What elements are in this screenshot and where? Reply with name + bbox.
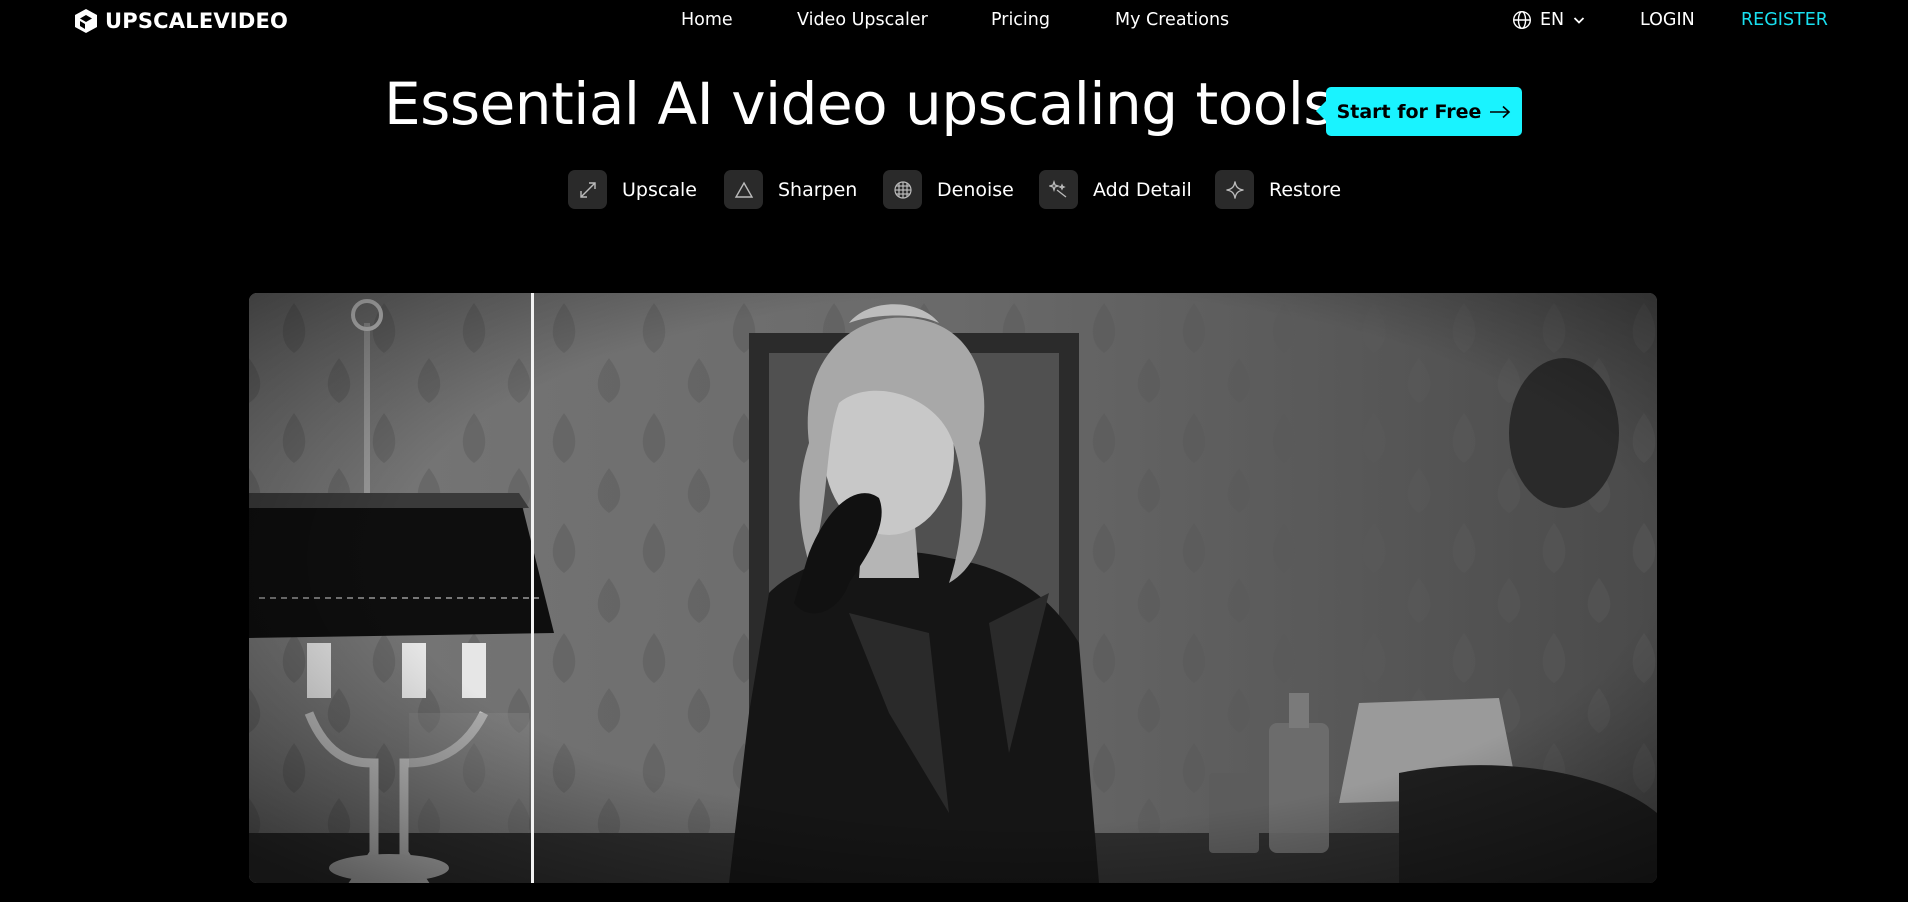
tool-restore[interactable]: Restore	[1215, 170, 1341, 209]
nav-my-creations-link[interactable]: My Creations	[1115, 10, 1229, 30]
chevron-down-icon	[1574, 17, 1585, 24]
cube-logo-icon	[75, 9, 97, 33]
nav-home-link[interactable]: Home	[681, 10, 733, 30]
tool-denoise[interactable]: Denoise	[883, 170, 1014, 209]
tool-add-detail[interactable]: Add Detail	[1039, 170, 1192, 209]
tool-label-sharpen: Sharpen	[778, 178, 858, 201]
comparison-slider-handle[interactable]	[531, 293, 534, 883]
tool-label-denoise: Denoise	[937, 178, 1014, 201]
brand-name: UPSCALEVIDEO	[105, 9, 289, 33]
globe-icon	[1512, 10, 1532, 30]
top-nav-bar: UPSCALEVIDEO Home Video Upscaler Pricing…	[0, 0, 1908, 42]
cta-label: Start for Free	[1336, 100, 1482, 123]
language-selector[interactable]: EN	[1512, 10, 1586, 30]
brand-logo[interactable]: UPSCALEVIDEO	[74, 8, 288, 34]
tool-upscale[interactable]: Upscale	[568, 170, 697, 209]
arrow-right-icon	[1490, 105, 1511, 118]
tool-label-restore: Restore	[1269, 178, 1342, 201]
grid-circle-icon	[883, 170, 922, 209]
language-label: EN	[1540, 10, 1565, 30]
tool-label-add-detail: Add Detail	[1093, 178, 1192, 201]
tool-sharpen[interactable]: Sharpen	[724, 170, 857, 209]
register-link[interactable]: REGISTER	[1741, 10, 1828, 30]
nav-pricing-link[interactable]: Pricing	[991, 10, 1050, 30]
video-comparison-preview[interactable]	[249, 293, 1657, 883]
login-link[interactable]: LOGIN	[1640, 10, 1695, 30]
video-frame-image	[249, 293, 1657, 883]
sparkle-wand-icon	[1039, 170, 1078, 209]
tool-label-upscale: Upscale	[622, 178, 697, 201]
four-point-star-icon	[1215, 170, 1254, 209]
triangle-icon	[724, 170, 763, 209]
start-for-free-button[interactable]: Start for Free	[1316, 87, 1522, 136]
nav-video-upscaler-link[interactable]: Video Upscaler	[797, 10, 928, 30]
hero-title: Essential AI video upscaling tools.	[384, 70, 1352, 138]
expand-diagonal-icon	[568, 170, 607, 209]
